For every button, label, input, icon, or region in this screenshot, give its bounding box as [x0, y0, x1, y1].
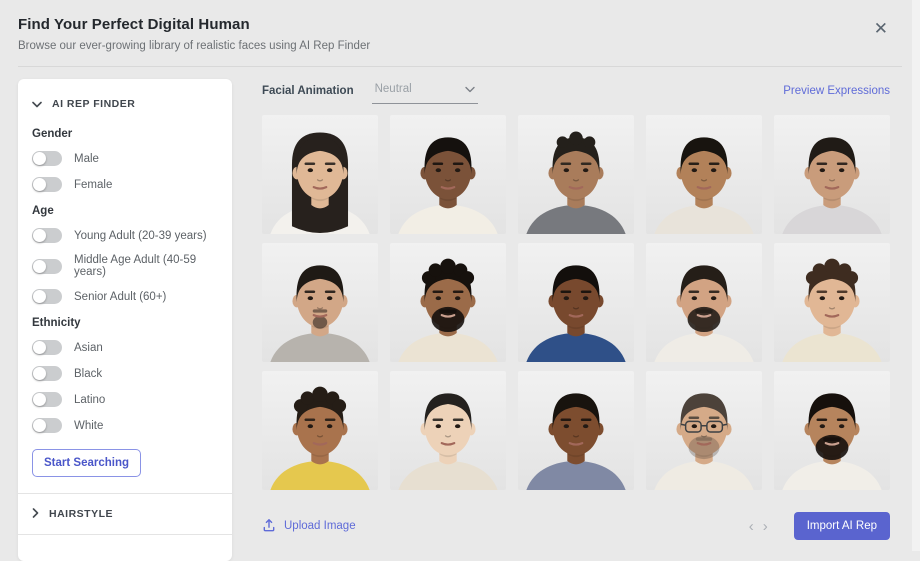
face-illustration [398, 393, 498, 490]
sidebar-divider [18, 534, 232, 535]
face-illustration [526, 265, 626, 362]
face-portrait[interactable] [774, 115, 890, 234]
toggle-switch[interactable] [32, 418, 62, 433]
face-portrait[interactable] [646, 371, 762, 490]
face-browser: Facial Animation Neutral Preview Express… [262, 79, 890, 540]
facial-animation-value: Neutral [374, 83, 412, 95]
facial-animation-label: Facial Animation [262, 85, 354, 97]
face-illustration [270, 265, 370, 362]
face-illustration [526, 131, 626, 234]
face-portrait[interactable] [390, 371, 506, 490]
face-portrait[interactable] [774, 243, 890, 362]
filter-toggle-row: Asian [32, 340, 218, 355]
toggle-label: Asian [74, 341, 103, 354]
face-illustration [270, 386, 370, 490]
chevron-down-icon [32, 95, 42, 113]
face-illustration [782, 137, 882, 234]
face-illustration [398, 258, 498, 362]
filter-group-label: Ethnicity [32, 317, 81, 329]
filter-groups: Gender Male Female Age Young Adult (20-39 ye… [18, 128, 232, 433]
upload-image-link[interactable]: Upload Image [262, 518, 356, 535]
dialog-header: Find Your Perfect Digital Human Browse o… [0, 0, 920, 52]
chevron-right-icon [32, 505, 39, 523]
toggle-switch[interactable] [32, 340, 62, 355]
face-portrait[interactable] [262, 243, 378, 362]
ai-rep-finder-dialog: Find Your Perfect Digital Human Browse o… [0, 0, 920, 561]
filter-toggle-row: Female [32, 177, 218, 192]
face-portrait[interactable] [646, 243, 762, 362]
page-title: Find Your Perfect Digital Human [18, 16, 250, 33]
toggle-label: Latino [74, 393, 106, 406]
toggle-switch[interactable] [32, 366, 62, 381]
sidebar-section-hairstyle[interactable]: HAIRSTYLE [18, 494, 232, 534]
toggle-label: Male [74, 152, 99, 165]
toggle-label: Middle Age Adult (40-59 years) [74, 254, 197, 278]
face-portrait[interactable] [518, 243, 634, 362]
animation-toolbar: Facial Animation Neutral Preview Express… [262, 78, 890, 104]
upload-icon [262, 518, 276, 535]
import-ai-rep-button[interactable]: Import AI Rep [793, 512, 890, 540]
sidebar-section-label: HAIRSTYLE [49, 508, 114, 520]
filter-toggle-row: Senior Adult (60+) [32, 289, 218, 304]
face-illustration [654, 393, 754, 490]
toggle-switch[interactable] [32, 289, 62, 304]
face-illustration [654, 137, 754, 234]
toggle-label: Senior Adult (60+) [74, 290, 167, 303]
toggle-label: Female [74, 178, 113, 191]
face-portrait[interactable] [262, 371, 378, 490]
toggle-switch[interactable] [32, 228, 62, 243]
face-illustration [654, 265, 754, 362]
toggle-switch[interactable] [32, 151, 62, 166]
filter-toggle-row: White [32, 418, 218, 433]
chevron-down-icon [464, 80, 475, 98]
face-portrait[interactable] [646, 115, 762, 234]
filter-toggle-row: Young Adult (20-39 years) [32, 228, 218, 243]
close-icon[interactable]: ✕ [868, 16, 894, 41]
footer-toolbar: Upload Image ‹ › Import AI Rep [262, 512, 890, 540]
toggle-switch[interactable] [32, 177, 62, 192]
filter-group-label: Age [32, 205, 54, 217]
face-portrait[interactable] [518, 371, 634, 490]
next-page-icon[interactable]: › [763, 519, 768, 534]
face-portrait[interactable] [518, 115, 634, 234]
face-portrait[interactable] [774, 371, 890, 490]
face-illustration [782, 393, 882, 490]
page-subtitle: Browse our ever-growing library of reali… [18, 40, 371, 52]
filter-toggle-row: Black [32, 366, 218, 381]
faces-grid [262, 115, 890, 490]
preview-expressions-link[interactable]: Preview Expressions [783, 85, 890, 97]
filter-toggle-row: Middle Age Adult (40-59 years) [32, 254, 218, 278]
face-illustration [782, 258, 882, 362]
toggle-switch[interactable] [32, 258, 62, 274]
face-portrait[interactable] [390, 243, 506, 362]
toggle-label: Young Adult (20-39 years) [74, 229, 207, 242]
facial-animation-select[interactable]: Neutral [371, 78, 478, 104]
upload-image-label: Upload Image [284, 520, 356, 532]
face-illustration [270, 132, 370, 234]
prev-page-icon[interactable]: ‹ [749, 519, 754, 534]
header-titles: Find Your Perfect Digital Human Browse o… [18, 16, 370, 52]
toggle-label: White [74, 419, 104, 432]
pagination: ‹ › [749, 519, 768, 534]
page-edge-strip [912, 0, 920, 551]
face-illustration [398, 137, 498, 234]
face-illustration [526, 393, 626, 490]
face-portrait[interactable] [262, 115, 378, 234]
face-portrait[interactable] [390, 115, 506, 234]
dialog-content: AI REP FINDER Gender Male Female Age Young A… [0, 67, 920, 561]
toggle-switch[interactable] [32, 392, 62, 407]
filter-sidebar: AI REP FINDER Gender Male Female Age Young A… [18, 79, 232, 561]
filter-toggle-row: Male [32, 151, 218, 166]
filter-group-label: Gender [32, 128, 73, 140]
filter-toggle-row: Latino [32, 392, 218, 407]
start-searching-button[interactable]: Start Searching [32, 449, 141, 477]
sidebar-section-label: AI REP FINDER [52, 98, 136, 110]
sidebar-section-ai-rep-finder[interactable]: AI REP FINDER [18, 79, 232, 115]
toggle-label: Black [74, 367, 103, 380]
